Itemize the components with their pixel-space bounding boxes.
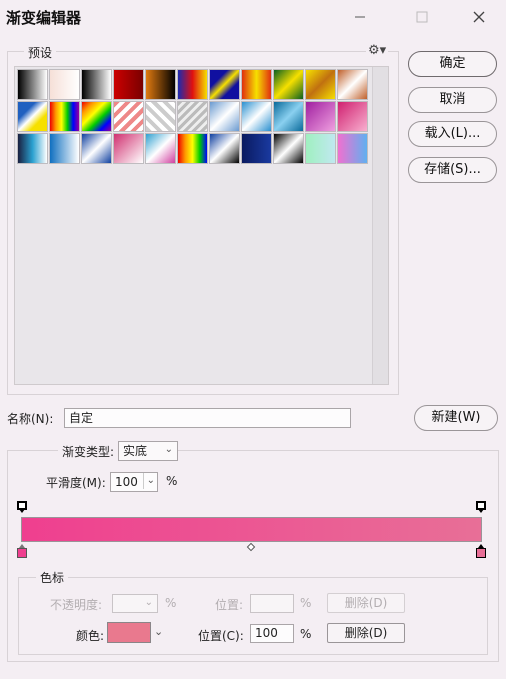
preset-swatch[interactable] (49, 69, 80, 100)
color-location-unit: % (300, 627, 312, 641)
maximize-icon (416, 11, 428, 23)
preset-swatch[interactable] (273, 101, 304, 132)
color-delete-button[interactable]: 删除(D) (327, 623, 405, 643)
opacity-stop-right[interactable] (476, 501, 486, 514)
preset-swatch[interactable] (49, 133, 80, 164)
preset-swatch[interactable] (145, 101, 176, 132)
smoothness-unit: % (166, 474, 178, 488)
color-location-label: 位置(C): (198, 629, 244, 643)
preset-swatch[interactable] (17, 101, 48, 132)
save-button[interactable]: 存储(S)... (408, 157, 497, 183)
preset-swatch[interactable] (241, 69, 272, 100)
smoothness-input[interactable]: 100 ⌄ (110, 472, 158, 492)
preset-swatch[interactable] (241, 101, 272, 132)
preset-swatch[interactable] (177, 133, 208, 164)
chevron-down-icon: ⌄ (142, 473, 155, 489)
chevron-down-icon[interactable]: ⌄ (154, 625, 163, 638)
minimize-button[interactable] (347, 6, 373, 28)
stops-label: 色标 (36, 569, 69, 586)
opacity-location-label: 位置: (215, 598, 244, 612)
presets-scrollbar[interactable] (372, 67, 388, 384)
gear-icon[interactable]: ⚙▾ (366, 43, 389, 58)
preset-swatch[interactable] (337, 69, 368, 100)
color-stop-left[interactable] (17, 544, 27, 558)
preset-swatch[interactable] (273, 133, 304, 164)
gradient-type-value: 实底 (123, 444, 148, 458)
name-input[interactable]: 自定 (64, 408, 351, 428)
preset-swatch[interactable] (337, 133, 368, 164)
smoothness-value: 100 (115, 475, 138, 489)
presets-label: 预设 (24, 44, 57, 61)
color-stop-right[interactable] (476, 544, 486, 558)
chevron-down-icon: ⌄ (144, 597, 153, 608)
preset-swatch[interactable] (81, 69, 112, 100)
window-title: 渐变编辑器 (6, 9, 82, 27)
preset-swatch[interactable] (49, 101, 80, 132)
close-button[interactable] (466, 6, 492, 28)
preset-swatch[interactable] (177, 69, 208, 100)
preset-swatch[interactable] (305, 101, 336, 132)
preset-swatch[interactable] (113, 101, 144, 132)
color-label: 颜色: (76, 629, 105, 643)
preset-swatch[interactable] (209, 133, 240, 164)
gradient-type-label: 渐变类型: (58, 443, 119, 460)
gradient-type-select[interactable]: 实底 ⌄ (118, 441, 178, 461)
preset-swatch[interactable] (113, 69, 144, 100)
maximize-button[interactable] (409, 6, 435, 28)
preset-swatch[interactable] (209, 69, 240, 100)
opacity-delete-button[interactable]: 删除(D) (327, 593, 405, 613)
load-button[interactable]: 载入(L)... (408, 121, 497, 147)
color-location-input[interactable]: 100 (250, 624, 294, 643)
opacity-location-unit: % (300, 596, 312, 610)
new-button[interactable]: 新建(W) (414, 405, 498, 431)
preset-swatch[interactable] (305, 69, 336, 100)
presets-swatch-grid (14, 66, 389, 385)
minimize-icon (355, 16, 365, 18)
preset-swatch[interactable] (337, 101, 368, 132)
cancel-button[interactable]: 取消 (408, 87, 497, 113)
smoothness-label: 平滑度(M): (46, 476, 106, 490)
close-icon (473, 11, 485, 23)
opacity-input[interactable]: ⌄ (112, 594, 158, 613)
preset-swatch[interactable] (305, 133, 336, 164)
preset-swatch[interactable] (113, 133, 144, 164)
preset-swatch[interactable] (81, 101, 112, 132)
preset-swatch[interactable] (17, 133, 48, 164)
gradient-preview-bar[interactable] (21, 517, 482, 542)
chevron-down-icon: ⌄ (164, 444, 173, 455)
opacity-stop-left[interactable] (17, 501, 27, 514)
preset-swatch[interactable] (241, 133, 272, 164)
preset-swatch[interactable] (145, 133, 176, 164)
ok-button[interactable]: 确定 (408, 51, 497, 77)
preset-swatch[interactable] (81, 133, 112, 164)
preset-swatch[interactable] (209, 101, 240, 132)
opacity-location-input[interactable] (250, 594, 294, 613)
opacity-label: 不透明度: (50, 598, 103, 612)
opacity-unit: % (165, 596, 177, 610)
preset-swatch[interactable] (273, 69, 304, 100)
preset-swatch[interactable] (145, 69, 176, 100)
color-swatch[interactable] (107, 622, 151, 643)
preset-swatch[interactable] (177, 101, 208, 132)
preset-swatch[interactable] (17, 69, 48, 100)
name-label: 名称(N): (7, 412, 54, 426)
